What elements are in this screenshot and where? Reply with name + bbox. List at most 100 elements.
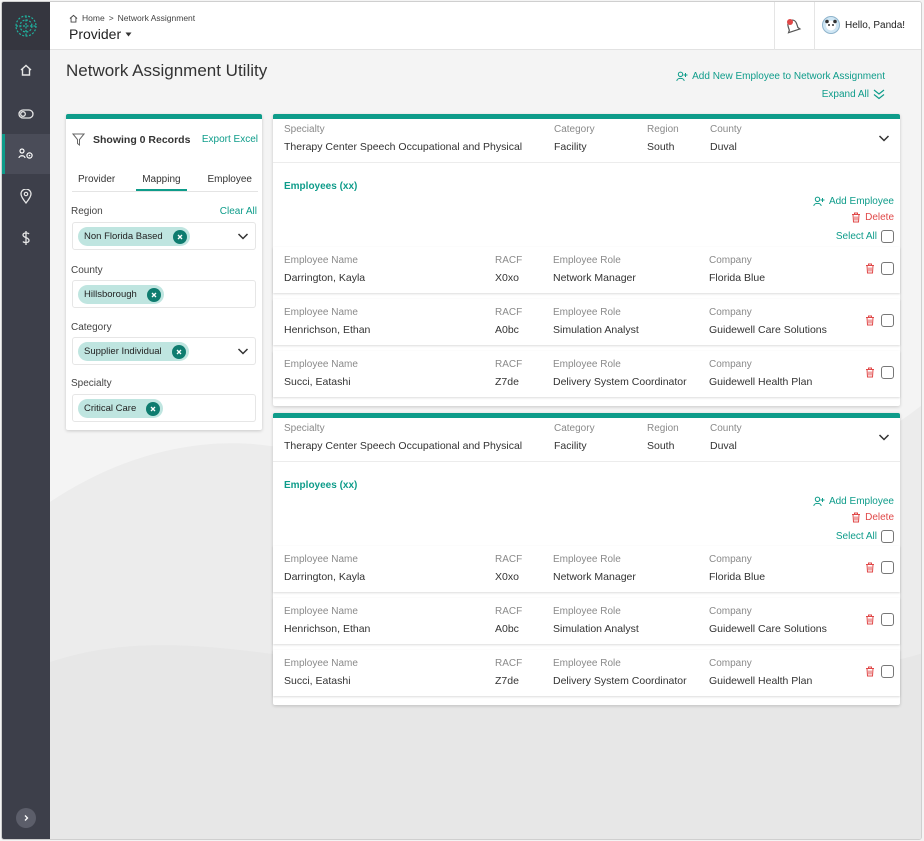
- remove-chip-button[interactable]: [146, 287, 161, 302]
- chip-label: Critical Care: [84, 403, 137, 414]
- company-value: Florida Blue: [709, 272, 766, 284]
- assignment-card: Specialty Therapy Center Speech Occupati…: [273, 413, 900, 705]
- racf-label: RACF: [495, 554, 523, 565]
- card-header[interactable]: Specialty Therapy Center Speech Occupati…: [273, 119, 900, 163]
- county-select[interactable]: Hillsborough: [72, 280, 256, 308]
- delete-button[interactable]: Delete: [851, 212, 894, 223]
- trash-icon[interactable]: [865, 263, 875, 274]
- employee-name-label: Employee Name: [284, 606, 358, 617]
- county-label: County: [710, 423, 742, 434]
- breadcrumb-home[interactable]: Home: [82, 13, 105, 23]
- export-excel-link[interactable]: Export Excel: [202, 134, 258, 145]
- select-all-checkbox[interactable]: [881, 530, 894, 543]
- row-checkbox[interactable]: [881, 366, 894, 379]
- add-employee-label: Add Employee: [828, 196, 894, 207]
- employee-name: Darrington, Kayla: [284, 571, 366, 583]
- select-all-control[interactable]: Select All: [836, 530, 894, 543]
- category-select[interactable]: Supplier Individual: [72, 337, 256, 365]
- clear-all-link[interactable]: Clear All: [220, 206, 257, 217]
- row-actions: [865, 262, 894, 275]
- collapse-chevron-icon[interactable]: [878, 431, 890, 443]
- filter-panel: Showing 0 Records Export Excel Provider …: [66, 114, 262, 430]
- tab-mapping[interactable]: Mapping: [136, 174, 187, 191]
- top-header: Home > Network Assignment Provider Hello…: [50, 2, 921, 50]
- county-chip: Hillsborough: [78, 285, 164, 304]
- region-value: South: [647, 141, 675, 153]
- sidebar-item-toggle[interactable]: [2, 94, 50, 134]
- tab-employee[interactable]: Employee: [202, 174, 258, 191]
- employee-role-label: Employee Role: [553, 307, 621, 318]
- row-checkbox[interactable]: [881, 314, 894, 327]
- add-employee-button[interactable]: Add Employee: [813, 496, 894, 507]
- racf-label: RACF: [495, 255, 523, 266]
- filter-icon[interactable]: [72, 133, 85, 146]
- trash-icon: [852, 512, 861, 523]
- specialty-label: Specialty: [71, 378, 112, 389]
- globe-logo[interactable]: [2, 2, 50, 50]
- select-all-control[interactable]: Select All: [836, 230, 894, 243]
- sidebar-expand-button[interactable]: [16, 808, 36, 828]
- table-row: Employee Name Succi, Eatashi RACF Z7de Emp…: [273, 650, 900, 696]
- specialty-value: Therapy Center Speech Occupational and P…: [284, 141, 523, 153]
- sidebar-item-network-assignment[interactable]: [2, 134, 50, 174]
- employee-role: Simulation Analyst: [553, 324, 639, 336]
- collapse-chevron-icon[interactable]: [878, 132, 890, 144]
- table-row: Employee Name Darrington, Kayla RACF X0xo …: [273, 546, 900, 592]
- close-icon: [150, 406, 156, 411]
- app-switcher[interactable]: Provider: [69, 26, 132, 42]
- home-icon[interactable]: [69, 14, 78, 23]
- category-label: Category: [554, 423, 595, 434]
- trash-icon[interactable]: [865, 315, 875, 326]
- remove-chip-button[interactable]: [171, 344, 186, 359]
- add-new-employee-link[interactable]: Add New Employee to Network Assignment: [676, 71, 885, 82]
- trash-icon[interactable]: [865, 367, 875, 378]
- row-checkbox[interactable]: [881, 262, 894, 275]
- employees-title: Employees (xx): [284, 480, 358, 491]
- specialty-column: Specialty Therapy Center Speech Occupati…: [284, 423, 522, 452]
- location-pin-icon: [20, 188, 32, 204]
- trash-icon[interactable]: [865, 666, 875, 677]
- breadcrumb-current: Network Assignment: [117, 13, 196, 23]
- sidebar-item-location[interactable]: [2, 176, 50, 216]
- home-icon: [20, 64, 32, 76]
- specialty-label: Specialty: [284, 423, 325, 434]
- employee-name: Succi, Eatashi: [284, 376, 351, 388]
- sidebar-item-home[interactable]: [2, 50, 50, 90]
- user-menu[interactable]: Hello, Panda!: [822, 16, 905, 34]
- expand-all-button[interactable]: Expand All: [822, 89, 885, 100]
- trash-icon[interactable]: [865, 562, 875, 573]
- chevron-down-icon[interactable]: [237, 230, 249, 242]
- card-header[interactable]: Specialty Therapy Center Speech Occupati…: [273, 418, 900, 462]
- specialty-select[interactable]: Critical Care: [72, 394, 256, 422]
- row-checkbox[interactable]: [881, 561, 894, 574]
- delete-button[interactable]: Delete: [851, 512, 894, 523]
- assignment-card: Specialty Therapy Center Speech Occupati…: [273, 114, 900, 406]
- county-column: County Duval: [710, 423, 742, 452]
- caret-down-icon: [125, 32, 132, 36]
- remove-chip-button[interactable]: [172, 229, 187, 244]
- table-row: Employee Name Henrichson, Ethan RACF A0bc …: [273, 598, 900, 644]
- trash-icon[interactable]: [865, 614, 875, 625]
- notification-bell-icon[interactable]: [782, 16, 804, 38]
- add-employee-button[interactable]: Add Employee: [813, 196, 894, 207]
- add-user-icon: [676, 71, 688, 82]
- chip-label: Non Florida Based: [84, 231, 163, 242]
- region-label: Region: [647, 124, 679, 135]
- region-select[interactable]: Non Florida Based: [72, 222, 256, 250]
- employee-name-label: Employee Name: [284, 658, 358, 669]
- select-all-checkbox[interactable]: [881, 230, 894, 243]
- sidebar-item-finance[interactable]: [2, 218, 50, 258]
- employee-name: Darrington, Kayla: [284, 272, 366, 284]
- employee-name: Henrichson, Ethan: [284, 324, 371, 336]
- chevron-down-icon[interactable]: [237, 345, 249, 357]
- region-label: Region: [71, 206, 103, 217]
- row-checkbox[interactable]: [881, 665, 894, 678]
- employee-name-label: Employee Name: [284, 255, 358, 266]
- specialty-column: Specialty Therapy Center Speech Occupati…: [284, 124, 522, 153]
- header-divider: [814, 2, 815, 50]
- row-checkbox[interactable]: [881, 613, 894, 626]
- tab-provider[interactable]: Provider: [72, 174, 121, 191]
- remove-chip-button[interactable]: [146, 401, 161, 416]
- expand-all-label: Expand All: [821, 89, 869, 100]
- add-user-icon: [813, 496, 825, 507]
